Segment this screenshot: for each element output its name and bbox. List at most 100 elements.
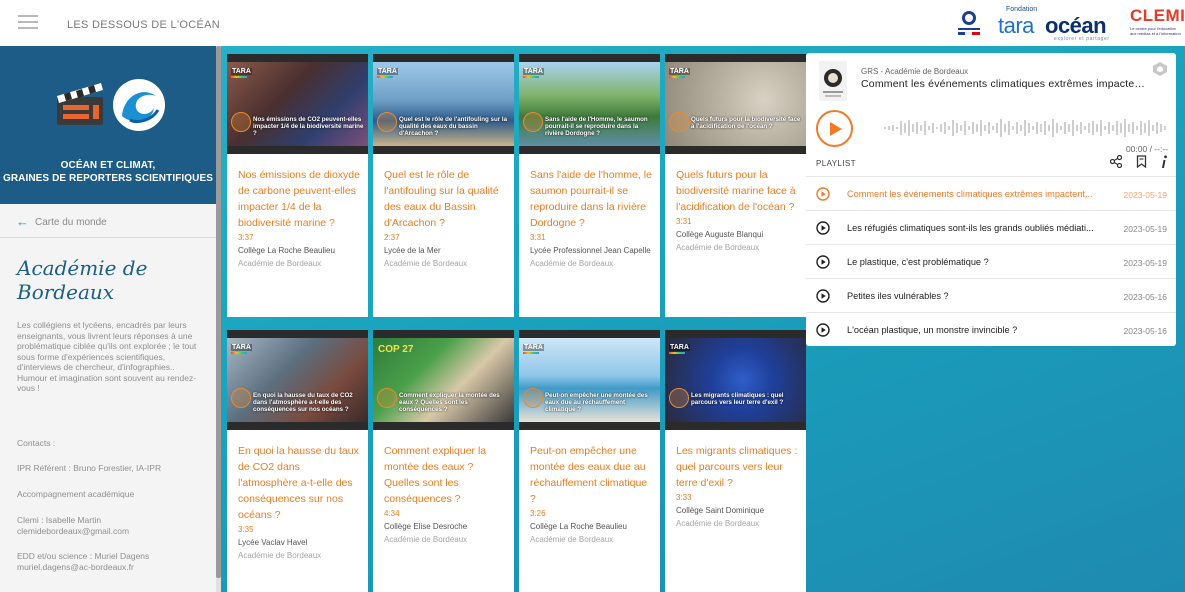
video-thumbnail[interactable]: TARA Nos émissions de CO2 peuvent-elles …	[227, 54, 368, 154]
badge-icon	[523, 112, 543, 132]
badge-icon	[231, 112, 251, 132]
top-bar: LES DESSOUS DE L'OCÉAN Fondation tara oc…	[0, 0, 1185, 46]
video-thumbnail[interactable]: TARA Quels futurs pour la biodiversité f…	[665, 54, 806, 154]
thumbnail-caption: Sans l'aide de l'Homme, le saumon pourra…	[545, 116, 648, 138]
playlist-item-title: Petites iles vulnérables ?	[847, 291, 949, 301]
tara-label: TARA	[669, 68, 690, 75]
podcast-cover-icon	[819, 61, 847, 101]
play-circle-icon[interactable]	[816, 221, 830, 235]
tara-ocean-logo[interactable]: Fondation tara océan explorer et partage…	[996, 5, 1114, 42]
sidebar-scrollbar[interactable]	[216, 46, 221, 592]
ausha-logo-icon[interactable]	[1152, 61, 1168, 77]
video-thumbnail[interactable]: TARA Peut-on empêcher une montée des eau…	[519, 330, 660, 430]
tara-label: TARA	[231, 68, 252, 75]
back-to-map-link[interactable]: ← Carte du monde	[16, 214, 107, 229]
video-school: Lycée Vaclav Havel	[238, 538, 308, 547]
badge-icon	[669, 388, 689, 408]
playlist-label: PLAYLIST	[816, 159, 856, 168]
menu-icon[interactable]	[18, 15, 38, 29]
audio-waveform[interactable]	[884, 117, 1168, 139]
video-info: Comment expliquer la montée des eaux ? Q…	[384, 443, 506, 546]
video-academy: Académie de Bordeaux	[238, 551, 322, 560]
playlist-item-title: Le plastique, c'est problématique ?	[847, 257, 989, 267]
video-title[interactable]: Peut-on empêcher une montée des eaux due…	[530, 445, 647, 505]
video-school: Collège La Roche Beaulieu	[238, 246, 335, 255]
play-circle-icon[interactable]	[816, 289, 830, 303]
video-card[interactable]: TARA Peut-on empêcher une montée des eau…	[519, 330, 660, 592]
video-card[interactable]: TARA Nos émissions de CO2 peuvent-elles …	[227, 54, 368, 317]
play-icon	[830, 122, 842, 136]
podcast-author: GRS - Académie de Bordeaux	[861, 67, 969, 76]
play-circle-icon[interactable]	[816, 255, 830, 269]
video-duration: 3:37	[238, 233, 254, 242]
video-card[interactable]: TARA Sans l'aide de l'Homme, le saumon p…	[519, 54, 660, 317]
video-card[interactable]: TARA Quels futurs pour la biodiversité f…	[665, 54, 806, 317]
thumbnail-caption: Quel est le rôle de l'antifouling sur la…	[399, 116, 508, 138]
video-card[interactable]: TARA En quoi la hausse du taux de CO2 da…	[227, 330, 368, 592]
video-duration: 3:31	[530, 233, 546, 242]
video-title[interactable]: Quels futurs pour la biodiversité marine…	[676, 169, 796, 213]
tara-label: TARA	[231, 344, 252, 351]
video-title[interactable]: Quel est le rôle de l'antifouling sur la…	[384, 169, 499, 229]
audio-player: GRS - Académie de Bordeaux Comment les é…	[806, 53, 1176, 346]
video-card[interactable]: TARA Les migrants climatiques : quel par…	[665, 330, 806, 592]
playlist-item-title: Les réfugiés climatiques sont-ils les gr…	[847, 223, 1094, 233]
playlist-item[interactable]: L'océan plastique, un monstre invincible…	[806, 312, 1176, 346]
video-duration: 3:31	[676, 217, 692, 226]
playlist-item[interactable]: Le plastique, c'est problématique ? 2023…	[806, 244, 1176, 278]
badge-icon	[669, 112, 689, 132]
playlist-item[interactable]: Petites iles vulnérables ? 2023-05-16	[806, 278, 1176, 312]
playlist-item-title: Comment les événements climatiques extrê…	[847, 189, 1093, 199]
playlist-item-date: 2023-05-19	[1123, 224, 1167, 234]
tara-color-bar	[231, 352, 247, 354]
video-thumbnail[interactable]: TARA Les migrants climatiques : quel par…	[665, 330, 806, 430]
edd-contact-email[interactable]: muriel.dagens@ac-bordeaux.fr	[17, 562, 207, 573]
scrollbar-thumb[interactable]	[216, 46, 221, 578]
bookmark-icon[interactable]	[1136, 155, 1147, 168]
video-duration: 4:34	[384, 509, 400, 518]
arrow-left-icon: ←	[16, 214, 29, 229]
video-title[interactable]: Nos émissions de dioxyde de carbone peuv…	[238, 169, 360, 229]
tara-color-bar	[523, 76, 539, 78]
video-title[interactable]: En quoi la hausse du taux de CO2 dans l'…	[238, 445, 359, 521]
play-button[interactable]	[816, 110, 853, 147]
video-thumbnail[interactable]: TARA Quel est le rôle de l'antifouling s…	[373, 54, 514, 154]
video-thumbnail[interactable]: TARA Sans l'aide de l'Homme, le saumon p…	[519, 54, 660, 154]
sidebar-divider	[0, 237, 216, 238]
share-icon[interactable]	[1110, 155, 1122, 168]
video-thumbnail[interactable]: TARA En quoi la hausse du taux de CO2 da…	[227, 330, 368, 430]
playlist-item-date: 2023-05-16	[1123, 292, 1167, 302]
video-info: Quel est le rôle de l'antifouling sur la…	[384, 167, 506, 270]
academy-description: Les collégiens et lycéens, encadrés par …	[17, 320, 197, 393]
academy-title: Académie de Bordeaux	[17, 256, 148, 304]
badge-icon	[523, 388, 543, 408]
site-title[interactable]: LES DESSOUS DE L'OCÉAN	[67, 19, 220, 31]
video-title[interactable]: Les migrants climatiques : quel parcours…	[676, 445, 797, 489]
video-title[interactable]: Comment expliquer la montée des eaux ? Q…	[384, 445, 486, 505]
playlist-item[interactable]: Comment les événements climatiques extrê…	[806, 176, 1176, 210]
video-info: En quoi la hausse du taux de CO2 dans l'…	[238, 443, 360, 562]
play-circle-icon[interactable]	[816, 187, 830, 201]
playlist-item[interactable]: Les réfugiés climatiques sont-ils les gr…	[806, 210, 1176, 244]
video-thumbnail[interactable]: COP 27 Comment expliquer la montée des e…	[373, 330, 514, 430]
tara-color-bar	[669, 352, 685, 354]
play-circle-icon[interactable]	[816, 323, 830, 337]
podcast-avatar	[819, 61, 847, 101]
edd-contact-name: EDD et/ou science : Muriel Dagens	[17, 551, 150, 561]
playback-time: 00:00 / --:--	[1125, 144, 1168, 154]
video-school: Lycée de la Mer	[384, 246, 441, 255]
logo-tagline: explorer et partager	[1054, 36, 1110, 42]
info-icon[interactable]	[1160, 155, 1168, 169]
video-card[interactable]: TARA Quel est le rôle de l'antifouling s…	[373, 54, 514, 317]
video-title[interactable]: Sans l'aide de l'homme, le saumon pourra…	[530, 169, 652, 229]
clemi-logo[interactable]: CLEMI Le centre pour l'éducation aux méd…	[1130, 6, 1185, 40]
video-duration: 3:35	[238, 525, 254, 534]
clemi-contact-email[interactable]: clemidebordeaux@gmail.com	[17, 526, 207, 537]
video-card[interactable]: COP 27 Comment expliquer la montée des e…	[373, 330, 514, 592]
thumbnail-caption: Peut-on empêcher une montée des eaux due…	[545, 392, 648, 414]
hero-title-line1: OCÉAN ET CLIMAT,	[60, 160, 156, 171]
hero-title-line2: GRAINES DE REPORTERS SCIENTIFIQUES	[2, 173, 214, 184]
video-duration: 2:37	[384, 233, 400, 242]
back-link-label: Carte du monde	[35, 217, 107, 228]
video-info: Les migrants climatiques : quel parcours…	[676, 443, 798, 530]
